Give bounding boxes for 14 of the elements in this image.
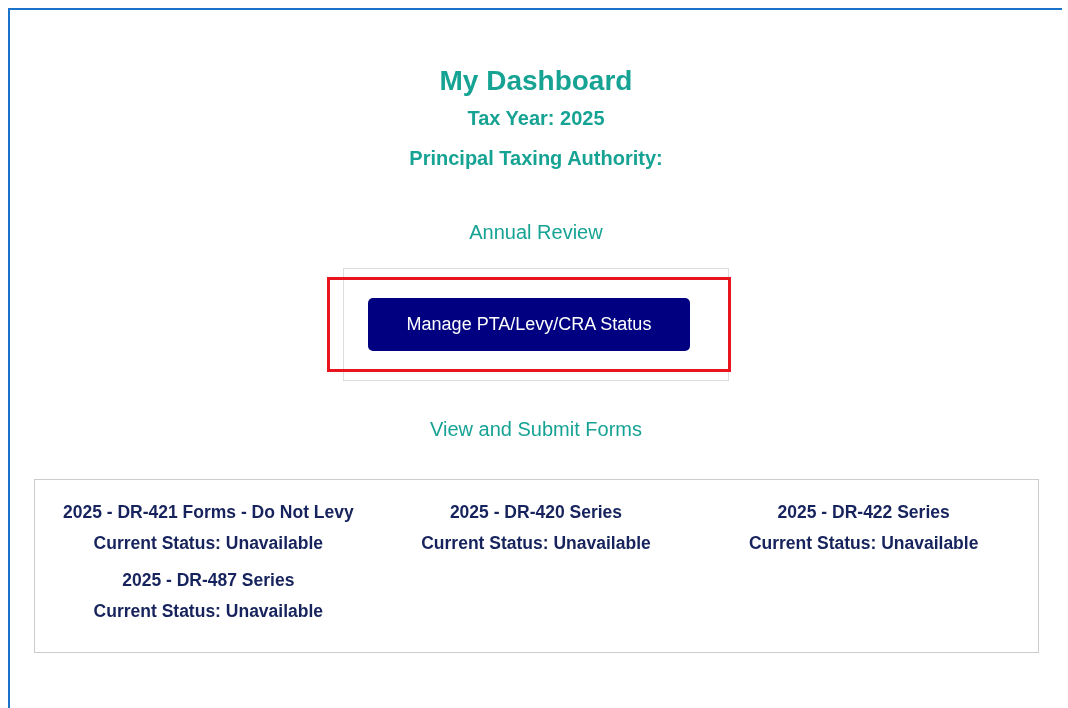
- manage-status-button[interactable]: Manage PTA/Levy/CRA Status: [368, 297, 690, 351]
- tax-year-label: Tax Year: 2025: [467, 105, 605, 130]
- form-status: Current Status: Unavailable: [92, 532, 325, 554]
- section-heading: Annual Review: [469, 219, 603, 244]
- authority-label: Principal Taxing Authority:: [409, 145, 663, 170]
- form-status: Current Status: Unavailable: [92, 600, 325, 622]
- form-title: 2025 - DR-487 Series: [121, 569, 296, 591]
- form-title: 2025 - DR-420 Series: [448, 501, 624, 523]
- page-title: My Dashboard: [439, 64, 633, 98]
- form-title: 2025 - DR-422 Series: [776, 501, 951, 523]
- form-status: Current Status: Unavailable: [747, 532, 980, 554]
- form-status: Current Status: Unavailable: [420, 532, 652, 554]
- section-heading: View and Submit Forms: [430, 416, 642, 441]
- form-title: 2025 - DR-421 Forms - Do Not Levy: [61, 501, 355, 523]
